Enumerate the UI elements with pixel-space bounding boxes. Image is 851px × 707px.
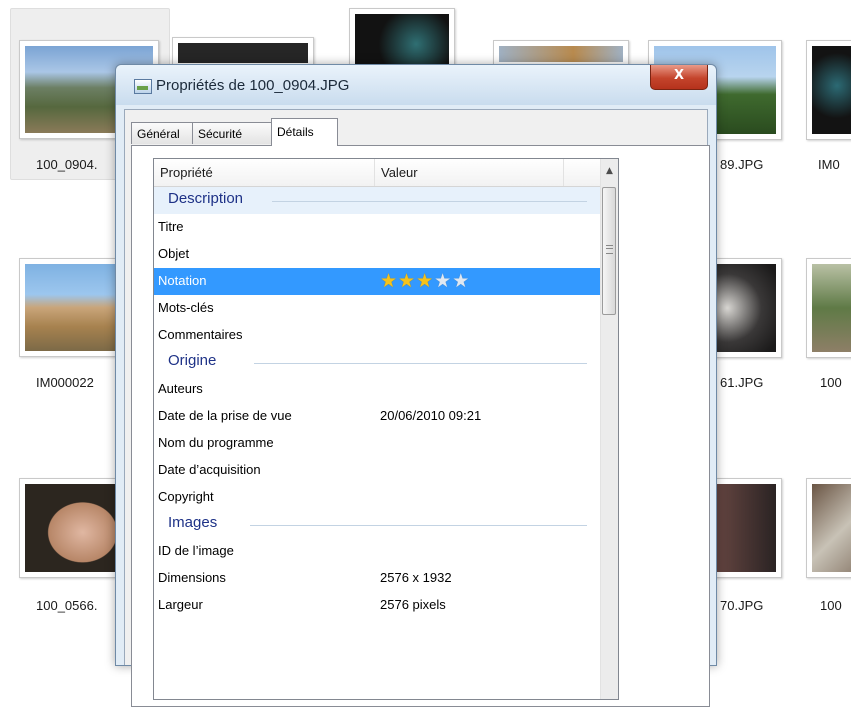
- star-empty-icon[interactable]: ★: [434, 270, 452, 292]
- scroll-up-arrow-icon[interactable]: ▲: [601, 163, 618, 180]
- group-label: Description: [168, 190, 244, 207]
- property-name: Dimensions: [158, 570, 226, 585]
- group-header-images[interactable]: Images: [154, 511, 601, 538]
- property-row-title[interactable]: Titre: [154, 214, 601, 241]
- close-button[interactable]: X: [650, 65, 708, 90]
- tab-security[interactable]: Sécurité: [192, 122, 272, 144]
- property-row-date-taken[interactable]: Date de la prise de vue 20/06/2010 09:21: [154, 403, 601, 430]
- property-name: Nom du programme: [158, 435, 274, 450]
- file-name: IM0: [818, 157, 840, 172]
- property-row-program-name[interactable]: Nom du programme: [154, 430, 601, 457]
- file-name: IM000022: [36, 375, 94, 390]
- property-row-rating[interactable]: Notation ★★★★★: [154, 268, 601, 295]
- dialog-body: Général Sécurité Détails Propriété Valeu…: [124, 109, 710, 707]
- tab-details[interactable]: Détails: [271, 118, 338, 146]
- star-empty-icon[interactable]: ★: [452, 270, 470, 292]
- file-thumbnail[interactable]: [806, 258, 851, 358]
- file-thumbnail[interactable]: [806, 40, 851, 140]
- property-row-copyright[interactable]: Copyright: [154, 484, 601, 511]
- group-header-description[interactable]: Description: [154, 187, 601, 214]
- plant-photo: [812, 264, 851, 352]
- column-header-property[interactable]: Propriété: [154, 159, 375, 186]
- property-row-width[interactable]: Largeur 2576 pixels: [154, 592, 601, 619]
- column-header-value[interactable]: Valeur: [375, 159, 564, 186]
- property-name: Auteurs: [158, 381, 203, 396]
- property-row-image-id[interactable]: ID de l’image: [154, 538, 601, 565]
- building-photo: [499, 46, 623, 62]
- group-header-origin[interactable]: Origine: [154, 349, 601, 376]
- property-value[interactable]: 20/06/2010 09:21: [380, 408, 481, 423]
- file-name: 100_0566.: [36, 598, 98, 613]
- dark-photo: [355, 14, 449, 64]
- property-name: Commentaires: [158, 327, 243, 342]
- property-rows: Description Titre Objet Notation ★★★★★ M…: [154, 187, 601, 619]
- file-thumbnail[interactable]: [349, 8, 455, 70]
- dialog-title: Propriétés de 100_0904.JPG: [156, 77, 350, 94]
- list-header: Propriété Valeur: [154, 159, 601, 187]
- title-bar[interactable]: Propriétés de 100_0904.JPG X: [116, 65, 716, 105]
- property-row-dimensions[interactable]: Dimensions 2576 x 1932: [154, 565, 601, 592]
- file-name: 89.JPG: [720, 157, 764, 172]
- group-label: Images: [168, 514, 218, 531]
- properties-dialog: Propriétés de 100_0904.JPG X Général Séc…: [115, 64, 717, 707]
- property-name: Objet: [158, 246, 190, 261]
- file-thumbnail[interactable]: [806, 478, 851, 578]
- dark-photo: [178, 43, 308, 63]
- rating-stars[interactable]: ★★★★★: [380, 270, 470, 292]
- tab-general[interactable]: Général: [131, 122, 193, 144]
- property-name: Date de la prise de vue: [158, 408, 292, 423]
- property-name: Date d’acquisition: [158, 462, 261, 477]
- star-icon[interactable]: ★: [380, 270, 398, 292]
- property-name: Notation: [158, 273, 207, 288]
- property-row-comments[interactable]: Commentaires: [154, 322, 601, 349]
- details-panel: Propriété Valeur Description Titre Objet: [131, 145, 710, 707]
- file-name: 61.JPG: [720, 375, 764, 390]
- vertical-scrollbar[interactable]: ▲: [600, 159, 618, 699]
- property-row-keywords[interactable]: Mots-clés: [154, 295, 601, 322]
- property-value[interactable]: 2576 pixels: [380, 597, 446, 612]
- property-name: Mots-clés: [158, 300, 214, 315]
- property-name: Largeur: [158, 597, 203, 612]
- star-icon[interactable]: ★: [398, 270, 416, 292]
- scrollbar-thumb[interactable]: [602, 187, 616, 315]
- group-label: Origine: [168, 352, 217, 369]
- property-name: Copyright: [158, 489, 214, 504]
- property-list[interactable]: Propriété Valeur Description Titre Objet: [153, 158, 619, 700]
- file-name: 70.JPG: [720, 598, 764, 613]
- property-row-subject[interactable]: Objet: [154, 241, 601, 268]
- property-value[interactable]: 2576 x 1932: [380, 570, 452, 585]
- file-name: 100: [820, 375, 842, 390]
- property-name: ID de l’image: [158, 543, 234, 558]
- star-icon[interactable]: ★: [416, 270, 434, 292]
- group-divider: [250, 525, 587, 526]
- image-file-icon: [134, 79, 152, 94]
- close-icon: X: [673, 68, 685, 83]
- group-divider: [254, 363, 587, 364]
- file-name: 100: [820, 598, 842, 613]
- grip-icon: [606, 245, 613, 254]
- file-name: 100_0904.: [36, 157, 98, 172]
- blurry-photo: [812, 484, 851, 572]
- property-row-date-acquired[interactable]: Date d’acquisition: [154, 457, 601, 484]
- property-name: Titre: [158, 219, 184, 234]
- property-row-authors[interactable]: Auteurs: [154, 376, 601, 403]
- group-divider: [272, 201, 587, 202]
- dark-photo: [812, 46, 851, 134]
